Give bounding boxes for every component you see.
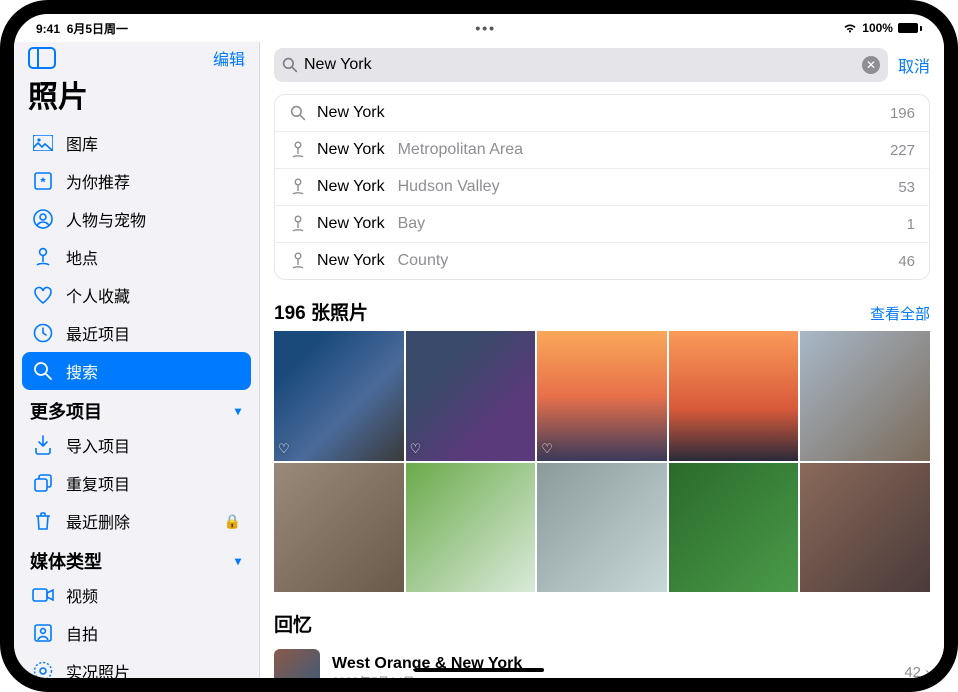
sidebar-toggle-icon[interactable]: [28, 47, 56, 69]
sidebar-item-favorites[interactable]: 个人收藏: [22, 276, 251, 314]
sidebar-item-label: 地点: [66, 245, 98, 269]
sidebar-item-library[interactable]: 图库: [22, 124, 251, 162]
pin-icon: [289, 215, 307, 233]
memories-heading: 回忆: [260, 592, 944, 643]
photos-count-heading: 196 张照片: [274, 298, 368, 325]
photo-thumbnail[interactable]: [800, 331, 930, 461]
sidebar-item-duplicates[interactable]: 重复项目: [22, 464, 251, 502]
sidebar-item-videos[interactable]: 视频: [22, 576, 251, 614]
photo-thumbnail[interactable]: [274, 463, 404, 593]
heart-icon: [32, 284, 54, 306]
clear-search-button[interactable]: ✕: [862, 56, 880, 74]
favorite-icon: ♡: [410, 441, 422, 457]
selfie-icon: [32, 622, 54, 644]
home-indicator[interactable]: [414, 668, 544, 672]
foryou-icon: [32, 170, 54, 192]
sidebar-item-live[interactable]: 实况照片: [22, 652, 251, 678]
sidebar-item-label: 个人收藏: [66, 283, 130, 307]
sidebar: 编辑 照片 图库 为你推荐 人物与宠物: [14, 42, 260, 678]
photo-thumbnail[interactable]: ♡: [406, 331, 536, 461]
photo-thumbnail[interactable]: [669, 331, 799, 461]
sidebar-item-deleted[interactable]: 最近删除 🔒: [22, 502, 251, 540]
sidebar-title: 照片: [14, 72, 259, 124]
status-time: 9:41: [36, 22, 60, 36]
people-icon: [32, 208, 54, 230]
sidebar-item-foryou[interactable]: 为你推荐: [22, 162, 251, 200]
chevron-down-icon: ▾: [235, 554, 241, 568]
clock-icon: [32, 322, 54, 344]
chevron-down-icon: ▾: [235, 404, 241, 418]
memory-count: 42: [904, 664, 921, 678]
suggestion-row[interactable]: New YorkBay 1: [275, 206, 929, 243]
main-area: ✕ 取消 New York 196 New YorkMetropolitan: [260, 42, 944, 678]
edit-button[interactable]: 编辑: [213, 46, 245, 70]
see-all-button[interactable]: 查看全部: [870, 303, 930, 324]
pin-icon: [289, 252, 307, 270]
photo-grid: ♡ ♡ ♡: [260, 331, 944, 592]
battery-icon: [898, 23, 922, 33]
search-icon: [289, 104, 307, 122]
battery-pct: 100%: [862, 21, 893, 35]
memory-date: 2022年7月14日: [332, 673, 522, 678]
multitask-dots[interactable]: •••: [475, 20, 496, 36]
sidebar-item-label: 最近删除: [66, 509, 130, 533]
section-media[interactable]: 媒体类型 ▾: [22, 540, 251, 576]
memory-row[interactable]: West Orange & New York 2022年7月14日 42 ›: [260, 643, 944, 678]
sidebar-item-label: 自拍: [66, 621, 98, 645]
wifi-icon: [843, 23, 857, 33]
suggestion-row[interactable]: New York 196: [275, 95, 929, 132]
pin-icon: [289, 141, 307, 159]
sidebar-item-label: 实况照片: [66, 659, 130, 678]
section-more[interactable]: 更多项目 ▾: [22, 390, 251, 426]
search-input[interactable]: [304, 56, 856, 74]
search-suggestions: New York 196 New YorkMetropolitan Area 2…: [274, 94, 930, 280]
search-field[interactable]: ✕: [274, 48, 888, 82]
status-date: 6月5日周一: [67, 22, 128, 36]
photo-thumbnail[interactable]: [406, 463, 536, 593]
photo-thumbnail[interactable]: ♡: [537, 331, 667, 461]
sidebar-item-label: 导入项目: [66, 433, 130, 457]
suggestion-row[interactable]: New YorkCounty 46: [275, 243, 929, 279]
library-icon: [32, 132, 54, 154]
memory-thumbnail: [274, 649, 320, 678]
sidebar-item-search[interactable]: 搜索: [22, 352, 251, 390]
photo-thumbnail[interactable]: ♡: [274, 331, 404, 461]
pin-icon: [289, 178, 307, 196]
duplicate-icon: [32, 472, 54, 494]
sidebar-item-label: 最近项目: [66, 321, 130, 345]
search-icon: [282, 57, 298, 73]
sidebar-item-label: 为你推荐: [66, 169, 130, 193]
sidebar-item-label: 图库: [66, 131, 98, 155]
sidebar-item-label: 重复项目: [66, 471, 130, 495]
photo-thumbnail[interactable]: [537, 463, 667, 593]
sidebar-item-label: 视频: [66, 583, 98, 607]
sidebar-item-recents[interactable]: 最近项目: [22, 314, 251, 352]
status-bar: 9:41 6月5日周一 ••• 100%: [14, 14, 944, 42]
sidebar-item-label: 搜索: [66, 359, 98, 383]
search-icon: [32, 360, 54, 382]
pin-icon: [32, 246, 54, 268]
favorite-icon: ♡: [278, 441, 290, 457]
import-icon: [32, 434, 54, 456]
video-icon: [32, 584, 54, 606]
sidebar-item-label: 人物与宠物: [66, 207, 146, 231]
sidebar-item-people[interactable]: 人物与宠物: [22, 200, 251, 238]
photo-thumbnail[interactable]: [800, 463, 930, 593]
suggestion-row[interactable]: New YorkMetropolitan Area 227: [275, 132, 929, 169]
livephoto-icon: [32, 660, 54, 678]
suggestion-row[interactable]: New YorkHudson Valley 53: [275, 169, 929, 206]
cancel-button[interactable]: 取消: [898, 53, 930, 77]
lock-icon: 🔒: [224, 513, 241, 530]
trash-icon: [32, 510, 54, 532]
favorite-icon: ♡: [541, 441, 553, 457]
chevron-right-icon: ›: [925, 664, 930, 678]
sidebar-item-imports[interactable]: 导入项目: [22, 426, 251, 464]
sidebar-item-selfies[interactable]: 自拍: [22, 614, 251, 652]
photo-thumbnail[interactable]: [669, 463, 799, 593]
sidebar-item-places[interactable]: 地点: [22, 238, 251, 276]
